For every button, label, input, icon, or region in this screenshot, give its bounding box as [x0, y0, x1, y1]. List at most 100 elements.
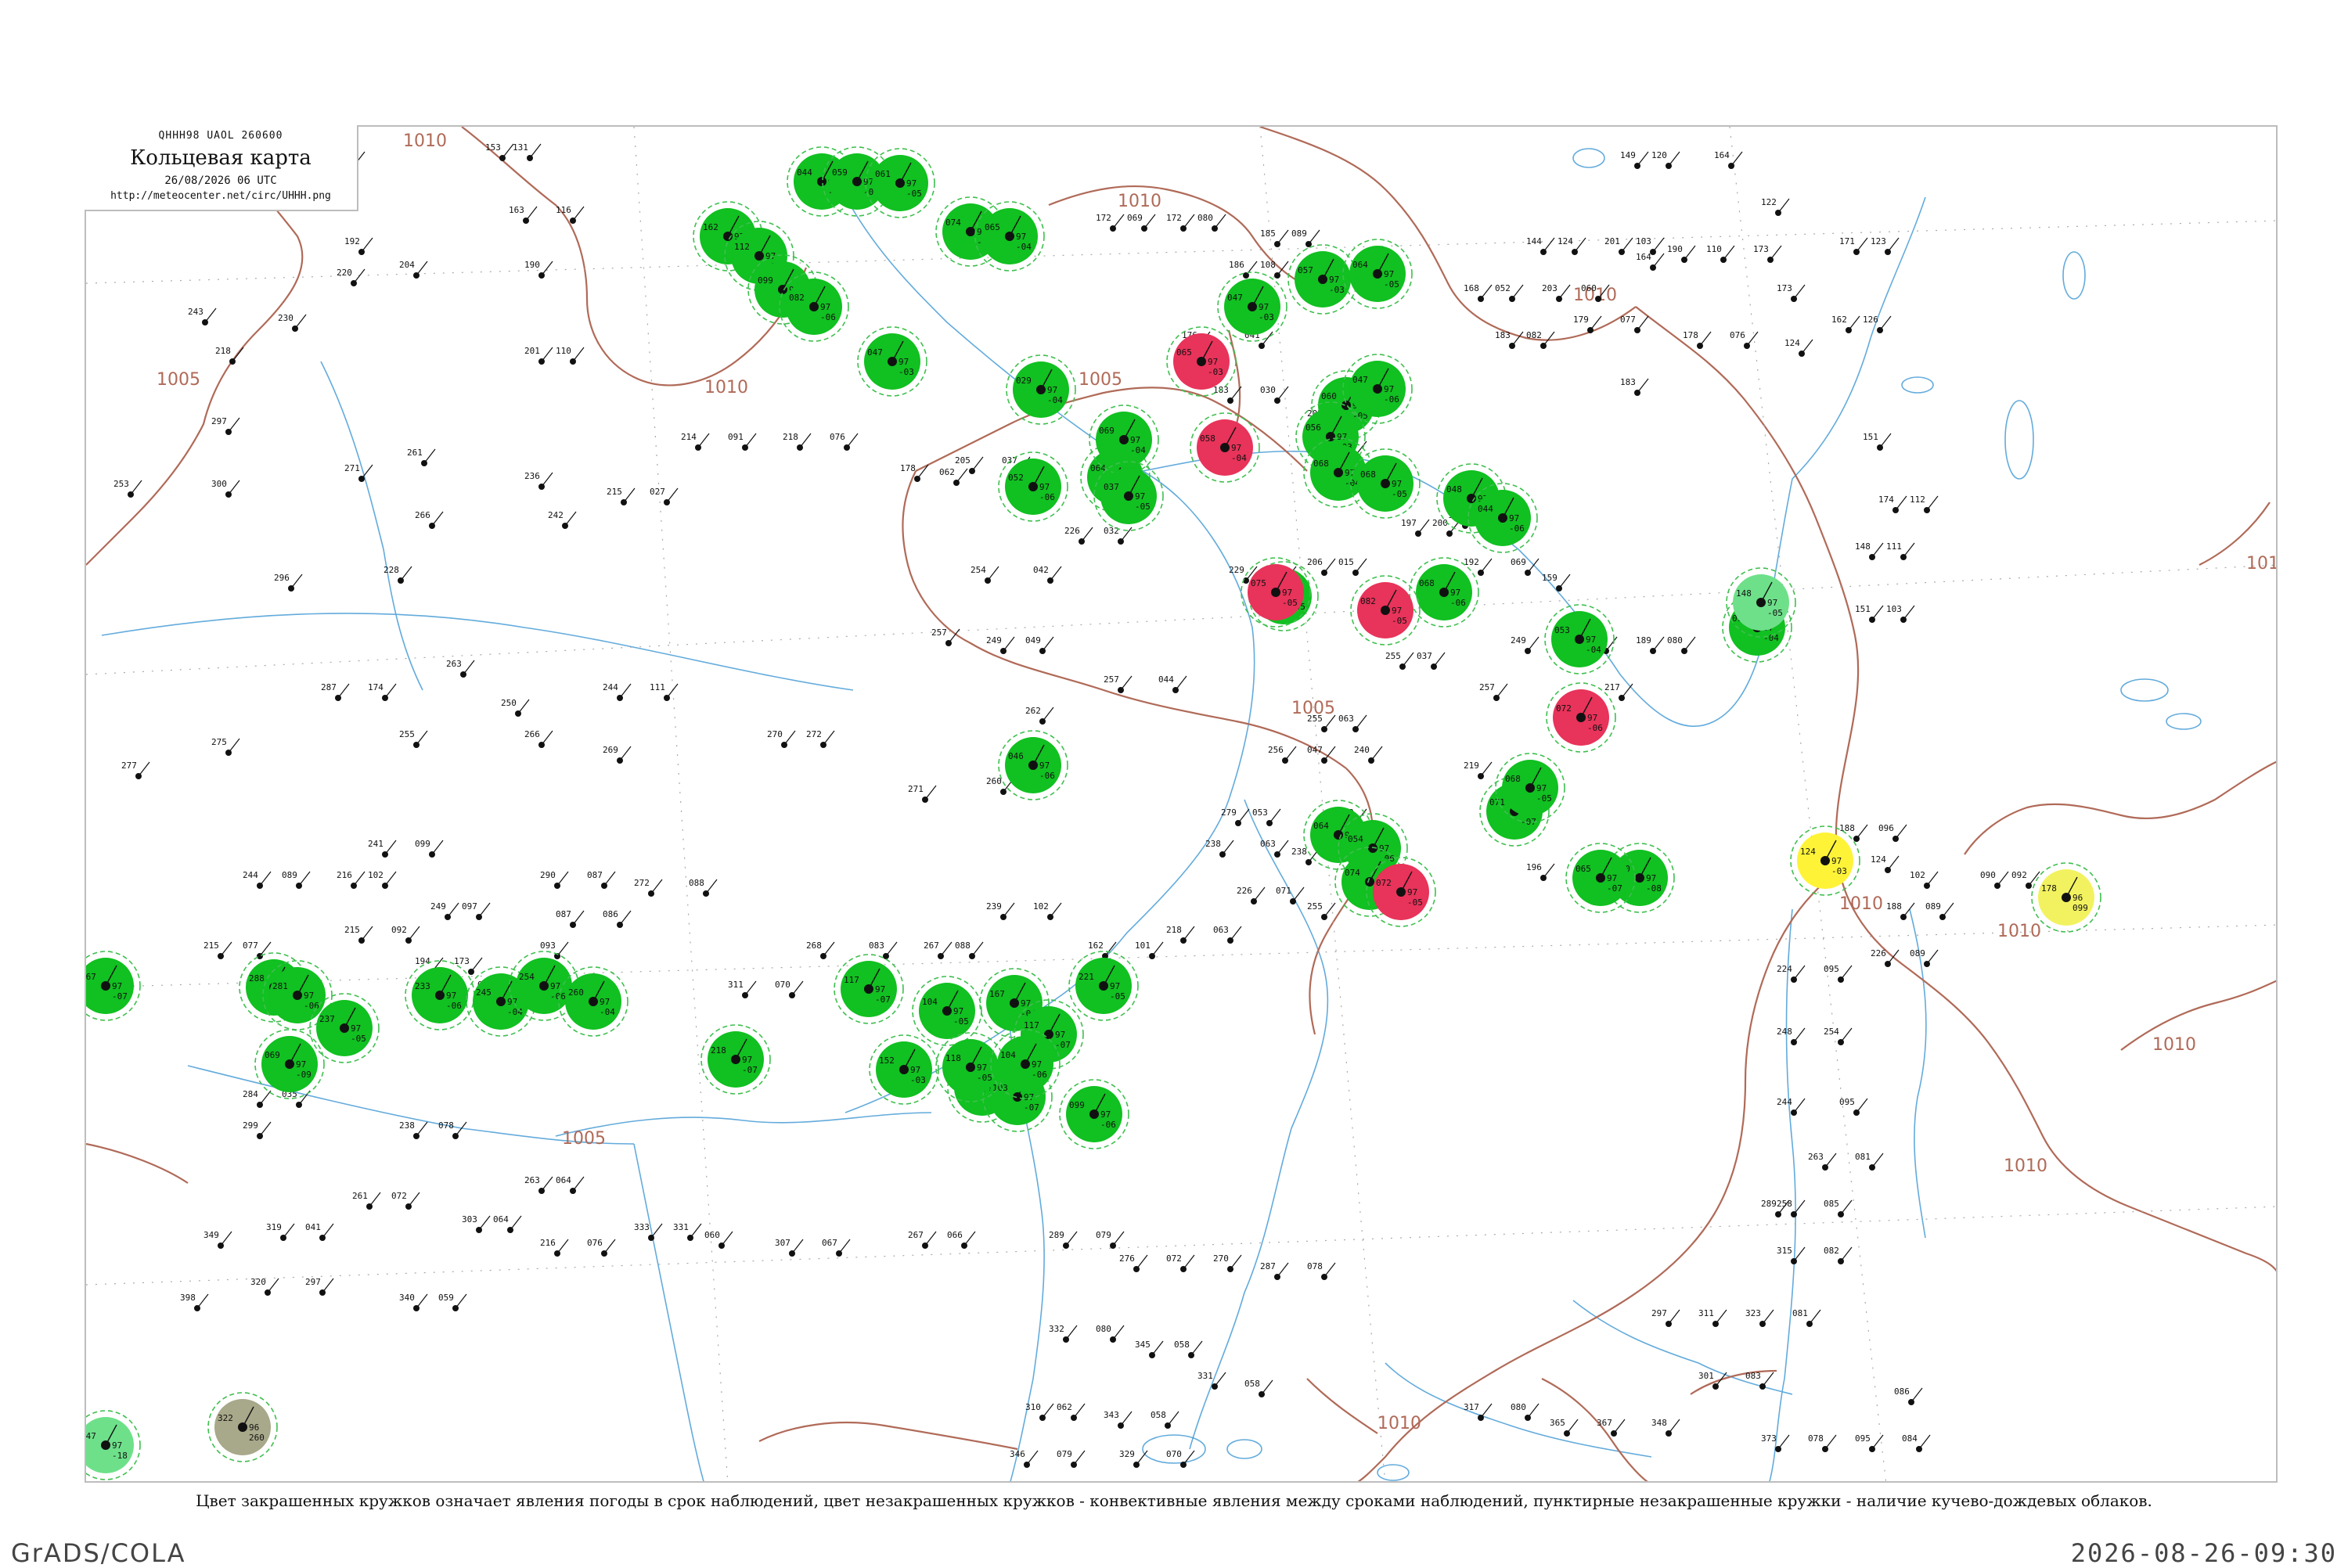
station-code: 257	[1104, 674, 1119, 685]
station-plot: 299	[243, 1120, 272, 1139]
station-value: -07	[742, 1065, 758, 1075]
station-plot: 249	[986, 635, 1015, 654]
station-code: 064	[1352, 260, 1368, 270]
station-value: 97	[910, 1065, 920, 1075]
station-plot: 263	[1808, 1152, 1837, 1171]
station-code: 044	[1478, 504, 1493, 514]
station-value: -04	[1586, 645, 1601, 655]
wind-barb	[220, 1231, 232, 1246]
wind-barb	[294, 314, 307, 329]
wind-barb	[1793, 1246, 1806, 1262]
lakes-layer	[1142, 148, 2202, 1481]
station-code: 183	[1495, 330, 1511, 340]
station-value: -05	[1392, 616, 1407, 626]
station-plot: 261	[352, 1191, 381, 1210]
station-code: 076	[830, 432, 845, 442]
station-plot: 110	[1706, 244, 1735, 263]
station-code: 058	[1651, 1480, 1667, 1483]
station-value: 97	[1100, 1109, 1111, 1120]
wind-barb	[138, 761, 150, 777]
station-value: -03	[899, 367, 914, 377]
station-plot: 087	[587, 870, 616, 889]
station-plot: 215	[203, 940, 232, 959]
station-code: 029	[1016, 376, 1032, 386]
wind-barb	[1120, 1411, 1133, 1426]
station-plot: 089	[1291, 228, 1320, 247]
station-plot: 311	[1698, 1308, 1727, 1327]
wind-barb	[384, 840, 397, 855]
weather-station-marker: 152 97-03	[869, 1034, 939, 1105]
station-plot: 081	[1792, 1308, 1821, 1327]
station-plot: 015	[1338, 557, 1367, 576]
station-code: 148	[1736, 588, 1752, 599]
wind-barb	[823, 730, 835, 746]
wind-barb	[1793, 1027, 1806, 1043]
station-code: 256	[1268, 745, 1284, 755]
wind-barb	[1840, 1199, 1853, 1215]
station-code: 062	[1057, 1402, 1072, 1412]
station-code: 081	[1855, 1152, 1871, 1162]
isobar-label: 1010	[1839, 894, 1883, 914]
station-code: 241	[368, 839, 384, 849]
station-plot: 275	[211, 737, 240, 756]
station-plot: 089	[282, 870, 311, 889]
station-code: 037	[1104, 482, 1119, 492]
station-code: 087	[587, 870, 603, 880]
station-code: 086	[1894, 1386, 1910, 1397]
station-code: 215	[344, 925, 360, 935]
station-code: 144	[1526, 236, 1542, 246]
station-plot: 238	[1205, 839, 1234, 858]
station-code: 236	[524, 471, 540, 481]
station-code: 064	[1313, 821, 1329, 831]
station-value: -06	[1100, 1120, 1116, 1130]
station-code: 168	[1464, 283, 1479, 293]
station-plot: 331	[673, 1222, 702, 1241]
station-value: -03	[1831, 866, 1847, 876]
station-value: 97	[953, 1006, 963, 1016]
station-code: 263	[1808, 1152, 1824, 1162]
station-value: 97	[1130, 435, 1140, 445]
wind-barb	[1222, 840, 1234, 855]
station-code: 060	[704, 1230, 720, 1240]
station-plot: 185	[1260, 228, 1289, 247]
station-code: 255	[1307, 714, 1323, 724]
wind-barb	[1887, 855, 1900, 871]
station-plot: 196	[1526, 862, 1555, 881]
station-value: -03	[1208, 367, 1223, 377]
station-plot: 319	[266, 1222, 295, 1241]
station-code: 333	[634, 1222, 650, 1232]
isobar-label: 1010	[1377, 1414, 1421, 1433]
station-code: 219	[1464, 761, 1479, 771]
wind-barb	[298, 871, 311, 886]
station-plot: 079	[1057, 1449, 1086, 1468]
wind-barb	[650, 879, 663, 894]
weather-station-marker: 037 97-05	[1093, 461, 1164, 531]
wind-barb	[478, 902, 491, 918]
wind-barb	[1480, 284, 1493, 300]
station-plot: 089	[1925, 901, 1954, 920]
station-code: 080	[1761, 1480, 1777, 1483]
bulletin-code: QHHH98 UAOL 260600	[158, 130, 283, 142]
wind-barb	[1621, 237, 1633, 253]
footer-software: GrADS/COLA	[11, 1538, 186, 1568]
station-plot: 203	[1542, 283, 1571, 302]
wind-barb	[1652, 237, 1665, 253]
station-code: 233	[415, 981, 430, 991]
wind-barb	[369, 1192, 381, 1207]
station-plot: 346	[1010, 1449, 1039, 1468]
weather-station-marker: 065 97-03	[1166, 326, 1237, 397]
station-value: -05	[977, 1073, 992, 1083]
station-code: 237	[319, 1014, 335, 1024]
station-plot: 120	[1651, 150, 1680, 169]
station-code: 069	[1099, 426, 1115, 436]
station-value: 97	[1392, 606, 1402, 616]
station-plot: 268	[806, 940, 835, 959]
wind-barb	[1762, 1372, 1774, 1387]
isobar-labels-layer: 10101005 10101010100510101005100510101010…	[157, 131, 2276, 1433]
station-value: 97	[1407, 887, 1417, 897]
station-plot: 080	[1197, 213, 1226, 232]
station-value: 97	[304, 991, 314, 1001]
station-code: 087	[556, 909, 571, 919]
station-code: 095	[1839, 1097, 1855, 1107]
wind-barb	[220, 941, 232, 957]
